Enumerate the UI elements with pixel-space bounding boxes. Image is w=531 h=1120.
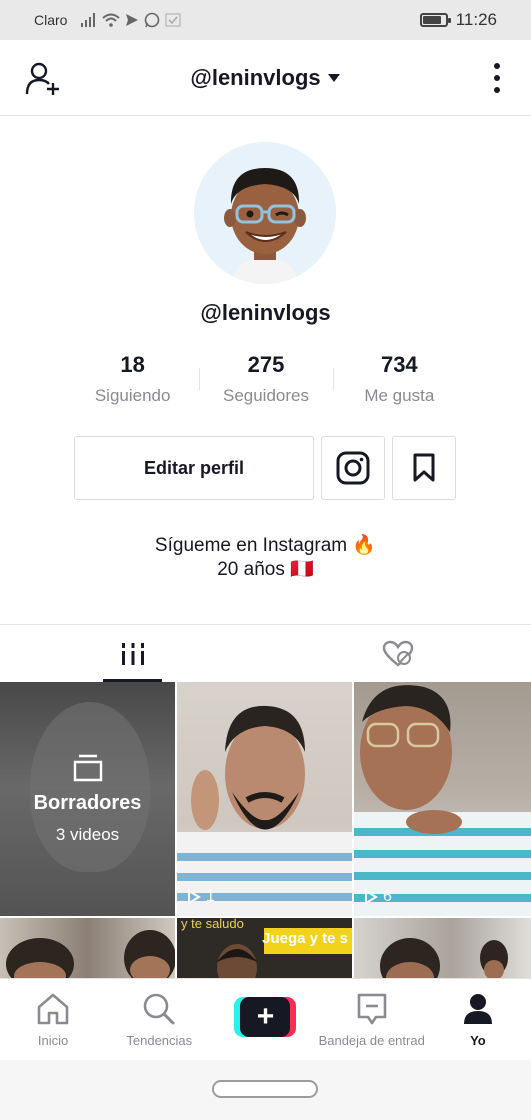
video-grid: Borradores 3 videos 1 6 y te saludo Jueg… xyxy=(0,682,531,978)
likes-label: Me gusta xyxy=(364,386,435,405)
play-count-value: 6 xyxy=(383,888,392,905)
stat-likes[interactable]: 734 Me gusta xyxy=(332,350,466,410)
video-thumbnail[interactable] xyxy=(0,918,175,978)
play-count: 6 xyxy=(364,888,392,906)
thumbnail-image xyxy=(217,944,257,978)
instagram-button[interactable] xyxy=(321,436,385,500)
inbox-icon xyxy=(357,993,386,1025)
likes-count: 734 xyxy=(380,352,418,377)
drafts-title: Borradores xyxy=(33,791,142,814)
nav-home[interactable]: Inicio xyxy=(0,979,106,1060)
nav-home-label: Inicio xyxy=(37,1033,69,1048)
profile-tabs xyxy=(0,624,531,682)
profile-stats: 18 Siguiendo 275 Seguidores 734 Me gusta xyxy=(66,350,466,410)
nav-profile-label: Yo xyxy=(470,1033,486,1048)
stat-following[interactable]: 18 Siguiendo xyxy=(66,350,199,410)
create-button[interactable]: + xyxy=(234,997,297,1037)
video-thumbnail[interactable]: y te saludo Juega y te s xyxy=(177,918,352,978)
play-icon xyxy=(188,889,201,905)
bookmark-icon xyxy=(413,453,435,482)
tab-videos[interactable] xyxy=(0,625,266,682)
profile-bio: Sígueme en Instagram 🔥 20 años 🇵🇪 xyxy=(0,534,531,582)
bio-line: 20 años 🇵🇪 xyxy=(217,559,314,580)
liked-hidden-icon xyxy=(383,640,414,667)
avatar[interactable] xyxy=(194,142,336,284)
profile-username: @leninvlogs xyxy=(200,300,331,325)
account-switcher[interactable]: @leninvlogs xyxy=(190,65,340,91)
drafts-icon xyxy=(73,754,102,781)
clock: 11:26 xyxy=(455,10,497,29)
add-user-icon[interactable] xyxy=(24,60,62,98)
home-indicator[interactable] xyxy=(212,1080,318,1098)
favorites-button[interactable] xyxy=(392,436,456,500)
play-count-value: 1 xyxy=(206,888,215,905)
following-label: Siguiendo xyxy=(94,386,171,405)
thumbnail-image xyxy=(380,938,508,978)
play-count: 1 xyxy=(187,888,215,906)
video-thumbnail[interactable]: 6 xyxy=(354,682,531,916)
tab-liked[interactable] xyxy=(266,625,531,682)
nav-create[interactable]: + xyxy=(212,979,318,1060)
status-bar: Claro 11:26 xyxy=(0,0,531,40)
drafts-count: 3 videos xyxy=(55,824,120,844)
whatsapp-icon xyxy=(145,12,160,28)
home-icon xyxy=(37,993,69,1025)
grid-icon xyxy=(121,642,144,665)
signal-icon xyxy=(81,13,96,27)
header-title: @leninvlogs xyxy=(190,64,321,90)
nav-inbox-label: Bandeja de entrad xyxy=(318,1033,425,1048)
plus-icon: + xyxy=(240,997,291,1037)
thumbnail-image xyxy=(354,685,531,916)
bio-line: Sígueme en Instagram 🔥 xyxy=(154,535,377,556)
nav-profile[interactable]: Yo xyxy=(425,979,531,1060)
wifi-icon xyxy=(102,13,121,27)
following-count: 18 xyxy=(120,352,145,377)
search-icon xyxy=(143,993,175,1025)
nav-discover-label: Tendencias xyxy=(126,1033,193,1048)
play-icon xyxy=(365,889,378,905)
caret-down-icon xyxy=(327,73,340,82)
gesture-bar xyxy=(0,1060,531,1120)
drafts-tile[interactable]: Borradores 3 videos xyxy=(0,682,175,916)
nav-discover[interactable]: Tendencias xyxy=(106,979,212,1060)
thumbnail-image xyxy=(6,930,175,978)
edit-profile-button[interactable]: Editar perfil xyxy=(74,436,314,500)
profile-icon xyxy=(463,994,492,1024)
instagram-icon xyxy=(336,451,370,485)
video-thumbnail[interactable]: 1 xyxy=(177,682,352,916)
followers-count: 275 xyxy=(247,352,285,377)
check-icon xyxy=(165,13,181,27)
battery-icon xyxy=(419,13,451,27)
bottom-navigation: Inicio Tendencias + Bandeja de entrad Yo xyxy=(0,978,531,1060)
video-thumbnail[interactable] xyxy=(354,918,531,978)
thumbnail-image xyxy=(177,705,352,916)
nav-inbox[interactable]: Bandeja de entrad xyxy=(319,979,425,1060)
stat-followers[interactable]: 275 Seguidores xyxy=(199,350,332,410)
avatar-image xyxy=(194,142,336,284)
more-vertical-icon[interactable] xyxy=(491,62,503,94)
followers-label: Seguidores xyxy=(222,386,309,405)
carrier-label: Claro xyxy=(34,12,68,28)
send-icon xyxy=(126,14,139,26)
profile-header: @leninvlogs xyxy=(0,40,531,116)
